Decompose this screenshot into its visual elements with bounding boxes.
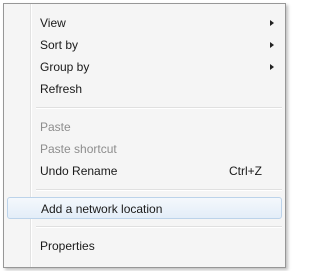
menu-item-undo-rename[interactable]: Undo Rename Ctrl+Z [7, 160, 282, 182]
menu-separator [36, 226, 282, 228]
menu-item-label: Refresh [40, 82, 83, 96]
submenu-arrow-icon [270, 42, 274, 48]
menu-item-refresh[interactable]: Refresh [7, 78, 282, 100]
menu-item-label: Group by [40, 60, 90, 74]
menu-item-shortcut: Ctrl+Z [229, 164, 262, 178]
menu-separator [36, 107, 282, 109]
menu-item-label: Properties [40, 239, 95, 253]
menu-item-label: Paste shortcut [40, 142, 117, 156]
menu-item-label: Add a network location [41, 202, 163, 216]
menu-separator [36, 189, 282, 191]
menu-item-group-by[interactable]: Group by [7, 56, 282, 78]
menu-item-label: Undo Rename [40, 164, 118, 178]
menu-item-paste: Paste [7, 116, 282, 138]
menu-item-label: Sort by [40, 38, 79, 52]
menu-item-view[interactable]: View [7, 12, 282, 34]
menu-item-label: View [40, 16, 66, 30]
submenu-arrow-icon [270, 20, 274, 26]
menu-item-paste-shortcut: Paste shortcut [7, 138, 282, 160]
context-menu: View Sort by Group by Refresh Paste Past… [3, 3, 286, 268]
menu-item-properties[interactable]: Properties [7, 235, 282, 257]
menu-item-sort-by[interactable]: Sort by [7, 34, 282, 56]
menu-item-add-network-location[interactable]: Add a network location [7, 197, 282, 219]
menu-item-label: Paste [40, 120, 71, 134]
submenu-arrow-icon [270, 64, 274, 70]
